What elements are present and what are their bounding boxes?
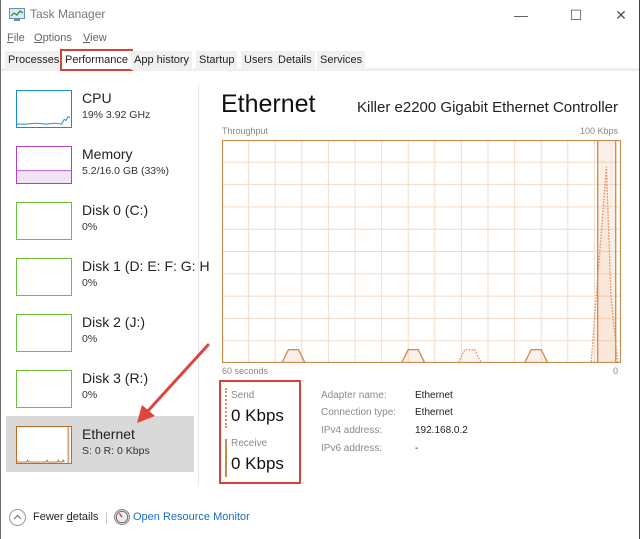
series-line-send bbox=[222, 166, 621, 363]
title-bar[interactable]: Task Manager — ☐ ✕ bbox=[1, 0, 639, 30]
minimize-button[interactable]: — bbox=[511, 6, 531, 24]
sidebar-item-value: 0% bbox=[82, 389, 98, 401]
connection-type-label: Connection type: bbox=[321, 407, 397, 418]
disk-3-thumbnail-graph bbox=[16, 370, 72, 408]
sidebar-item-name: Disk 0 (C:) bbox=[82, 202, 149, 218]
tab-services[interactable]: Services bbox=[317, 51, 367, 70]
page-title: Ethernet bbox=[221, 90, 316, 118]
fewer-details-button[interactable]: Fewer details bbox=[33, 511, 98, 523]
series-area-send bbox=[222, 166, 621, 363]
adapter-model: Killer e2200 Gigabit Ethernet Controller bbox=[357, 99, 618, 116]
sidebar-item-value: 0% bbox=[82, 221, 98, 233]
close-button[interactable]: ✕ bbox=[611, 6, 631, 24]
maximize-button[interactable]: ☐ bbox=[566, 6, 586, 24]
open-resource-monitor-link[interactable]: Open Resource Monitor bbox=[133, 511, 250, 523]
menu-file-rest: ile bbox=[13, 32, 25, 44]
send-label: Send bbox=[231, 390, 255, 401]
sidebar-item-disk-3[interactable]: Disk 3 (R:) 0% bbox=[6, 360, 194, 416]
sidebar-item-disk-1[interactable]: Disk 1 (D: E: F: G: H 0% bbox=[6, 248, 210, 304]
performance-sidebar: CPU 19% 3.92 GHz Memory 5.2/16.0 GB (33%… bbox=[2, 80, 210, 485]
fewer-details-text-b: etails bbox=[72, 511, 99, 523]
tab-processes[interactable]: Processes bbox=[5, 51, 64, 70]
receive-legend-marker bbox=[225, 439, 227, 477]
menu-options-rest: ptions bbox=[42, 32, 72, 44]
sidebar-item-name: Disk 1 (D: E: F: G: H bbox=[82, 258, 210, 274]
send-legend-marker bbox=[225, 388, 227, 428]
menu-view-rest: iew bbox=[90, 32, 107, 44]
send-value: 0 Kbps bbox=[231, 406, 284, 425]
adapter-name-label: Adapter name: bbox=[321, 390, 387, 401]
receive-label: Receive bbox=[231, 438, 268, 449]
sidebar-item-cpu[interactable]: CPU 19% 3.92 GHz bbox=[6, 80, 194, 136]
connection-type-value: Ethernet bbox=[415, 407, 453, 418]
sidebar-item-name: Ethernet bbox=[82, 426, 135, 442]
graph-max-label: 100 Kbps bbox=[579, 126, 618, 136]
sidebar-item-name: Disk 3 (R:) bbox=[82, 370, 149, 386]
graph-title: Throughput bbox=[222, 126, 269, 136]
sidebar-item-value: 5.2/16.0 GB (33%) bbox=[82, 165, 169, 177]
sidebar-item-name: CPU bbox=[82, 90, 112, 106]
task-manager-app-icon bbox=[9, 8, 25, 21]
cpu-thumbnail-graph bbox=[16, 90, 72, 128]
ipv6-address-label: IPv6 address: bbox=[321, 443, 383, 454]
footer: Fewer details Open Resource Monitor bbox=[1, 505, 639, 529]
task-manager-window: Task Manager — ☐ ✕ File Options View Pro… bbox=[0, 0, 640, 539]
menu-options-accel: O bbox=[34, 32, 43, 44]
sidebar-item-value: S: 0 R: 0 Kbps bbox=[82, 445, 150, 457]
tab-users[interactable]: Users bbox=[241, 51, 277, 70]
fewer-details-text-a: Fewer bbox=[33, 511, 67, 523]
throughput-graph bbox=[222, 140, 621, 363]
receive-value: 0 Kbps bbox=[231, 454, 284, 473]
menu-bar: File Options View bbox=[1, 30, 639, 48]
sidebar-item-disk-0[interactable]: Disk 0 (C:) 0% bbox=[6, 192, 194, 248]
sidebar-item-ethernet[interactable]: Ethernet S: 0 R: 0 Kbps bbox=[6, 416, 194, 472]
ipv4-address-value: 192.168.0.2 bbox=[415, 425, 468, 436]
tab-details[interactable]: Details bbox=[275, 51, 316, 70]
menu-options[interactable]: Options bbox=[34, 32, 72, 44]
adapter-name-value: Ethernet bbox=[415, 390, 453, 401]
memory-thumbnail-graph bbox=[16, 146, 72, 184]
ipv4-address-label: IPv4 address: bbox=[321, 425, 383, 436]
tab-app-history[interactable]: App history bbox=[131, 51, 194, 70]
sidebar-item-name: Disk 2 (J:) bbox=[82, 314, 145, 330]
menu-file[interactable]: File bbox=[7, 32, 25, 44]
sidebar-item-value: 0% bbox=[82, 333, 98, 345]
menu-view[interactable]: View bbox=[83, 32, 107, 44]
ipv6-address-value: - bbox=[415, 443, 419, 454]
sidebar-item-value: 0% bbox=[82, 277, 98, 289]
sidebar-item-name: Memory bbox=[82, 146, 133, 162]
disk-0-thumbnail-graph bbox=[16, 202, 72, 240]
disk-1-thumbnail-graph bbox=[16, 258, 72, 296]
tab-bar: Processes Performance App history Startu… bbox=[1, 49, 639, 71]
tab-performance[interactable]: Performance bbox=[60, 49, 133, 71]
footer-separator bbox=[106, 512, 107, 524]
sidebar-item-value: 19% 3.92 GHz bbox=[82, 109, 151, 121]
pane-divider[interactable] bbox=[198, 85, 199, 485]
sidebar-item-disk-2[interactable]: Disk 2 (J:) 0% bbox=[6, 304, 194, 360]
chevron-up-circle-icon[interactable] bbox=[9, 509, 26, 526]
graph-grid bbox=[222, 140, 621, 363]
menu-file-accel: F bbox=[7, 32, 14, 44]
resource-monitor-icon[interactable] bbox=[114, 509, 130, 525]
ethernet-thumbnail-graph bbox=[16, 426, 72, 464]
x-axis-right-label: 0 bbox=[613, 366, 619, 376]
disk-2-thumbnail-graph bbox=[16, 314, 72, 352]
tab-startup[interactable]: Startup bbox=[196, 51, 239, 70]
x-axis-left-label: 60 seconds bbox=[222, 366, 269, 376]
window-title: Task Manager bbox=[30, 7, 106, 21]
sidebar-item-memory[interactable]: Memory 5.2/16.0 GB (33%) bbox=[6, 136, 194, 192]
send-receive-stats: Send 0 Kbps Receive 0 Kbps bbox=[219, 380, 301, 484]
